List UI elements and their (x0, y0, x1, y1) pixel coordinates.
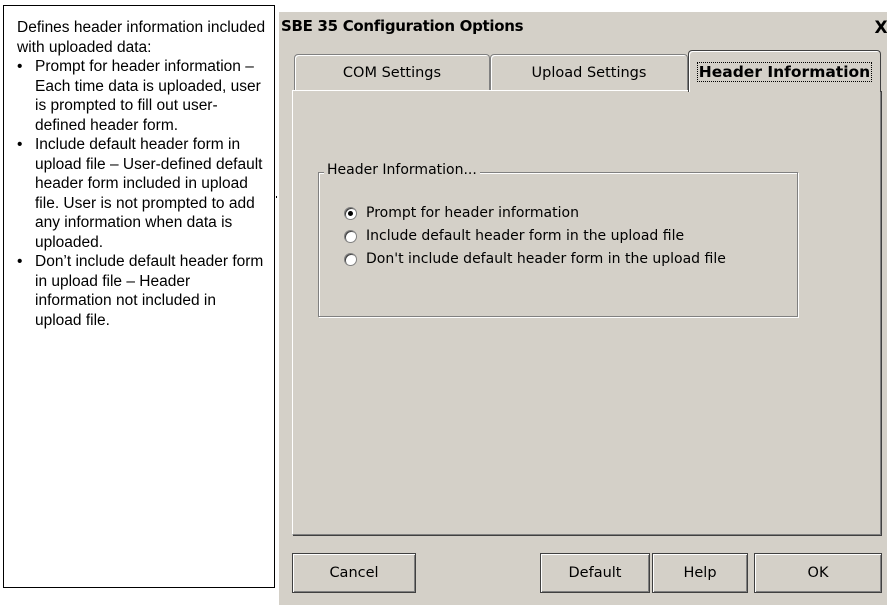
radio-button-checked-icon[interactable] (344, 206, 357, 220)
title-bar: SBE 35 Configuration Options X (279, 12, 887, 44)
configuration-dialog: SBE 35 Configuration Options X COM Setti… (277, 12, 887, 605)
radio-label: Don't include default header form in the… (366, 251, 726, 267)
cancel-button[interactable]: Cancel (292, 553, 416, 593)
radio-dont-include-header[interactable]: Don't include default header form in the… (344, 248, 726, 270)
radio-prompt-header[interactable]: Prompt for header information (344, 202, 579, 224)
tab-upload-settings[interactable]: Upload Settings (490, 54, 688, 90)
close-button[interactable]: X (871, 18, 887, 38)
dialog-title: SBE 35 Configuration Options (281, 17, 524, 35)
tab-header-information-label: Header Information (696, 62, 873, 82)
tab-header-information[interactable]: Header Information (688, 50, 881, 92)
radio-label: Include default header form in the uploa… (366, 228, 685, 244)
radio-include-default-header[interactable]: Include default header form in the uploa… (344, 225, 684, 247)
callout-bullet-dont-include: Don’t include default header form in upl… (17, 252, 266, 330)
callout-bullet-prompt: Prompt for header information – Each tim… (17, 57, 266, 135)
annotation-callout: Defines header information included with… (3, 5, 275, 588)
group-label: Header Information... (324, 162, 480, 178)
radio-button-icon[interactable] (344, 252, 357, 266)
callout-bullet-include-default: Include default header form in upload fi… (17, 135, 266, 252)
default-button[interactable]: Default (540, 553, 650, 593)
radio-label: Prompt for header information (366, 205, 579, 221)
radio-button-icon[interactable] (344, 229, 357, 243)
tab-com-settings[interactable]: COM Settings (294, 54, 490, 90)
callout-list: Prompt for header information – Each tim… (17, 57, 266, 330)
callout-intro: Defines header information included with… (17, 19, 266, 56)
ok-button[interactable]: OK (754, 553, 882, 593)
help-button[interactable]: Help (652, 553, 748, 593)
